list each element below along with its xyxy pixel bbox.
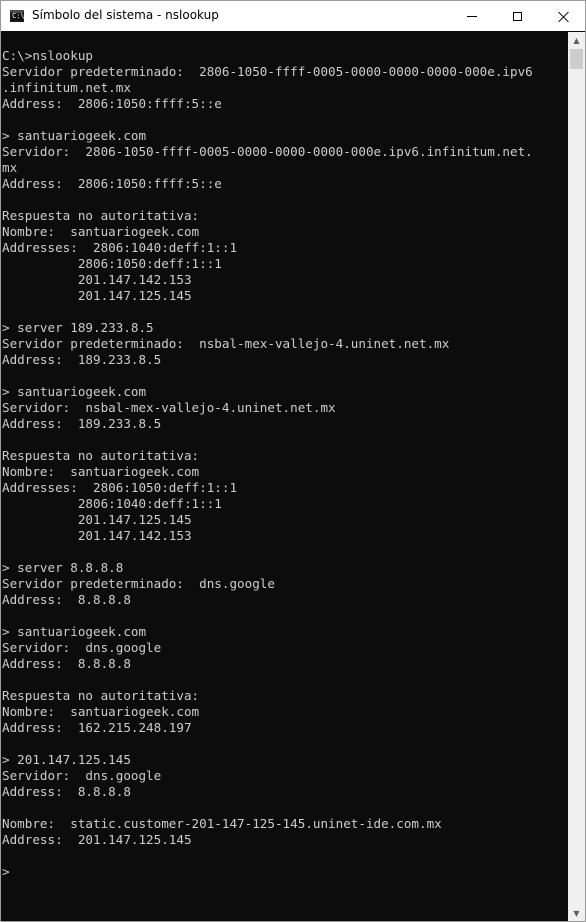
title-bar[interactable]: C:\ Símbolo del sistema - nslookup (1, 1, 585, 31)
console-app-icon[interactable]: C:\ (10, 10, 25, 22)
console-text: C:\>nslookup Servidor predeterminado: 28… (2, 48, 533, 879)
scroll-up-arrow-icon[interactable]: ▲ (568, 32, 585, 49)
close-icon (558, 11, 569, 22)
maximize-icon (512, 11, 522, 21)
scroll-down-arrow-icon[interactable]: ▼ (568, 905, 585, 921)
console-output-area[interactable]: C:\>nslookup Servidor predeterminado: 28… (1, 32, 568, 921)
console-app-icon-glyph: C:\ (12, 12, 25, 20)
maximize-button[interactable] (494, 1, 540, 31)
vertical-scrollbar[interactable]: ▲ ▼ (568, 32, 585, 921)
close-button[interactable] (540, 1, 585, 31)
minimize-button[interactable] (449, 1, 495, 31)
minimize-icon (467, 15, 477, 17)
command-prompt-window: C:\ Símbolo del sistema - nslookup C:\>n… (0, 0, 586, 922)
window-title: Símbolo del sistema - nslookup (32, 8, 219, 22)
scroll-thumb[interactable] (570, 49, 583, 69)
